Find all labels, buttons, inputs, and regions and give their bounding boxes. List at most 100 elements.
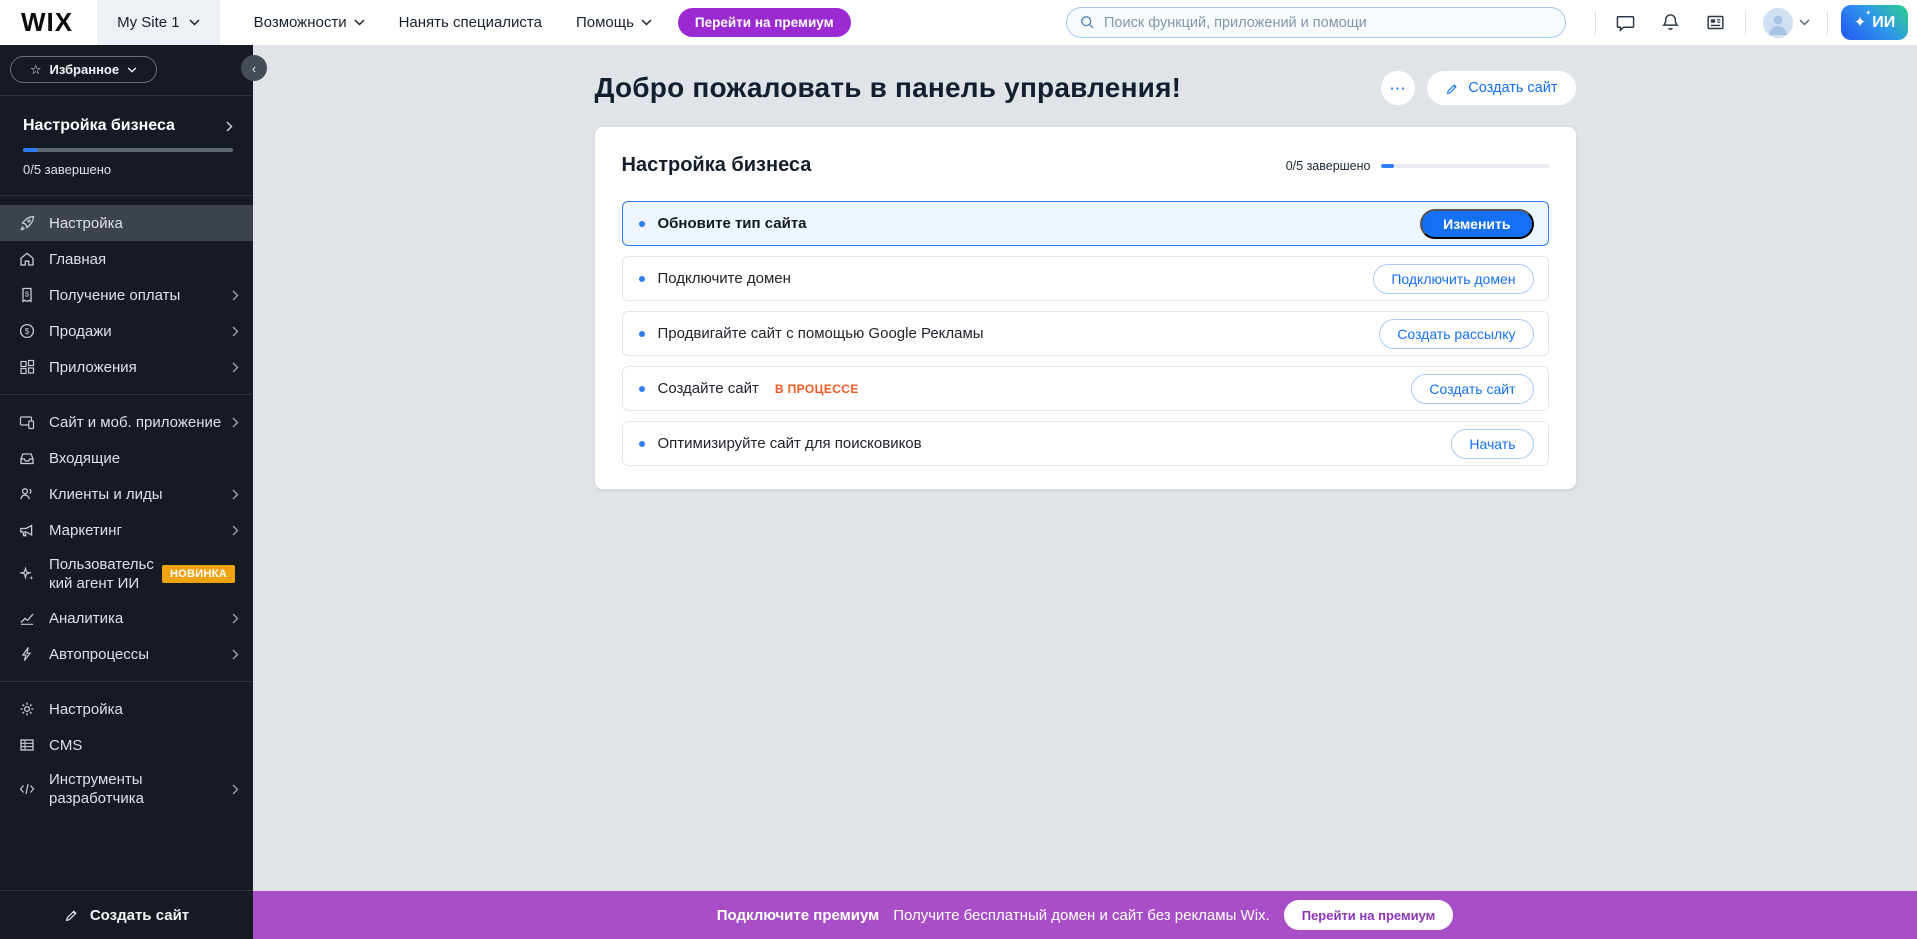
global-search[interactable] xyxy=(1066,7,1566,38)
favorites-label: Избранное xyxy=(50,62,120,77)
banner-premium-button[interactable]: Перейти на премиум xyxy=(1284,900,1454,930)
notifications-button[interactable] xyxy=(1648,12,1693,33)
sidebar-item-site-mobile-app[interactable]: Сайт и моб. приложение xyxy=(0,404,253,440)
sidebar-item-home[interactable]: Главная xyxy=(0,241,253,277)
site-selector-label: My Site 1 xyxy=(117,14,180,31)
premium-banner: Подключите премиум Получите бесплатный д… xyxy=(253,891,1917,939)
ai-button-label: ИИ xyxy=(1872,14,1895,32)
chevron-right-icon xyxy=(232,326,239,337)
chevron-right-icon xyxy=(232,649,239,660)
svg-text:$: $ xyxy=(25,290,30,299)
lightning-icon xyxy=(18,645,36,663)
task-create-site-button[interactable]: Создать сайт xyxy=(1411,374,1533,404)
bullet-dot xyxy=(639,221,645,227)
task-row-connect-domain[interactable]: Подключите домен Подключить домен xyxy=(622,256,1549,301)
business-setup-title: Настройка бизнеса xyxy=(23,117,175,135)
nav-features[interactable]: Возможности xyxy=(254,14,365,31)
sidebar-item-inbox[interactable]: Входящие xyxy=(0,440,253,476)
rocket-icon xyxy=(18,214,36,232)
task-create-campaign-button[interactable]: Создать рассылку xyxy=(1379,319,1533,349)
sidebar-item-contacts-leads[interactable]: Клиенты и лиды xyxy=(0,476,253,512)
create-site-button[interactable]: Создать сайт xyxy=(1427,71,1575,105)
sidebar-item-setup[interactable]: Настройка xyxy=(0,205,253,241)
bullet-dot xyxy=(639,386,645,392)
card-progress: 0/5 завершено xyxy=(1286,159,1549,173)
contacts-icon xyxy=(18,485,36,503)
chevron-right-icon xyxy=(232,417,239,428)
sidebar-item-ai-agent[interactable]: Пользовательский агент ИИ НОВИНКА xyxy=(0,548,253,600)
task-row-update-site-type[interactable]: Обновите тип сайта Изменить xyxy=(622,201,1549,246)
pencil-icon xyxy=(1445,81,1460,96)
task-change-button[interactable]: Изменить xyxy=(1420,209,1533,239)
chat-icon xyxy=(1615,12,1636,33)
nav-help-label: Помощь xyxy=(576,14,634,31)
divider xyxy=(1745,11,1746,35)
sidebar-item-get-paid[interactable]: $ Получение оплаты xyxy=(0,277,253,313)
create-site-button-label: Создать сайт xyxy=(1468,80,1557,96)
bullet-dot xyxy=(639,331,645,337)
wix-logo: WIX xyxy=(0,7,97,38)
task-label: Обновите тип сайта xyxy=(658,215,807,232)
sidebar-item-sales[interactable]: $ Продажи xyxy=(0,313,253,349)
svg-text:$: $ xyxy=(25,327,30,336)
analytics-icon xyxy=(18,609,36,627)
chevron-down-icon xyxy=(354,19,365,26)
sidebar-item-marketing[interactable]: Маркетинг xyxy=(0,512,253,548)
invoice-icon: $ xyxy=(18,286,36,304)
sidebar-item-label: Входящие xyxy=(49,449,239,468)
setup-progress-bar xyxy=(23,148,233,152)
divider xyxy=(1595,11,1596,35)
sidebar-item-cms[interactable]: CMS xyxy=(0,727,253,763)
chat-button[interactable] xyxy=(1603,12,1648,33)
sidebar-item-automations[interactable]: Автопроцессы xyxy=(0,636,253,672)
chevron-right-icon xyxy=(232,613,239,624)
sidebar-item-label: Получение оплаты xyxy=(49,286,232,305)
chevron-right-icon xyxy=(232,290,239,301)
sidebar-item-label: Инструменты разработчика xyxy=(49,770,232,808)
sidebar-item-label: Приложения xyxy=(49,358,232,377)
ai-assistant-button[interactable]: ✦✦ ИИ xyxy=(1841,5,1908,40)
task-row-optimize-seo[interactable]: Оптимизируйте сайт для поисковиков Начат… xyxy=(622,421,1549,466)
task-row-create-site[interactable]: Создайте сайт В ПРОЦЕССЕ Создать сайт xyxy=(622,366,1549,411)
sidebar-item-settings[interactable]: Настройка xyxy=(0,691,253,727)
code-icon xyxy=(18,780,36,798)
search-icon xyxy=(1079,14,1096,31)
sidebar-item-label: CMS xyxy=(49,736,239,755)
sidebar-item-label: Главная xyxy=(49,250,239,269)
sidebar: ☆ Избранное Настройка бизнеса 0/5 заверш… xyxy=(0,45,253,939)
task-status-in-progress: В ПРОЦЕССЕ xyxy=(775,382,859,396)
business-setup-summary[interactable]: Настройка бизнеса 0/5 завершено xyxy=(0,96,253,196)
apps-grid-icon xyxy=(18,358,36,376)
updates-button[interactable] xyxy=(1693,12,1738,33)
topbar-icons: ✦✦ ИИ xyxy=(1588,5,1917,40)
sidebar-item-label: Продажи xyxy=(49,322,232,341)
divider xyxy=(0,681,253,682)
sidebar-create-site-button[interactable]: Создать сайт xyxy=(0,890,253,939)
account-menu[interactable] xyxy=(1753,8,1820,38)
search-input[interactable] xyxy=(1104,15,1553,31)
gear-icon xyxy=(18,700,36,718)
create-site-label: Создать сайт xyxy=(90,907,189,924)
sidebar-item-apps[interactable]: Приложения xyxy=(0,349,253,385)
task-label: Подключите домен xyxy=(658,270,791,287)
divider xyxy=(0,394,253,395)
nav-features-label: Возможности xyxy=(254,14,347,31)
task-connect-domain-button[interactable]: Подключить домен xyxy=(1373,264,1533,294)
pencil-icon xyxy=(64,907,80,923)
nav-help[interactable]: Помощь xyxy=(576,14,652,31)
task-row-promote-google-ads[interactable]: Продвигайте сайт с помощью Google Реклам… xyxy=(622,311,1549,356)
task-start-button[interactable]: Начать xyxy=(1451,429,1533,459)
upgrade-premium-button[interactable]: Перейти на премиум xyxy=(678,8,851,37)
card-title: Настройка бизнеса xyxy=(622,154,812,177)
nav-hire-professional[interactable]: Нанять специалиста xyxy=(399,14,542,31)
sidebar-collapse-button[interactable]: ‹ xyxy=(241,55,267,81)
site-selector-tab[interactable]: My Site 1 xyxy=(97,0,220,45)
banner-text: Получите бесплатный домен и сайт без рек… xyxy=(893,907,1270,924)
sidebar-item-analytics[interactable]: Аналитика xyxy=(0,600,253,636)
chevron-right-icon xyxy=(232,784,239,795)
task-label: Оптимизируйте сайт для поисковиков xyxy=(658,435,922,452)
cms-table-icon xyxy=(18,736,36,754)
sidebar-item-dev-tools[interactable]: Инструменты разработчика xyxy=(0,763,253,815)
favorites-selector[interactable]: ☆ Избранное xyxy=(10,56,157,83)
more-options-button[interactable]: ··· xyxy=(1381,71,1415,105)
